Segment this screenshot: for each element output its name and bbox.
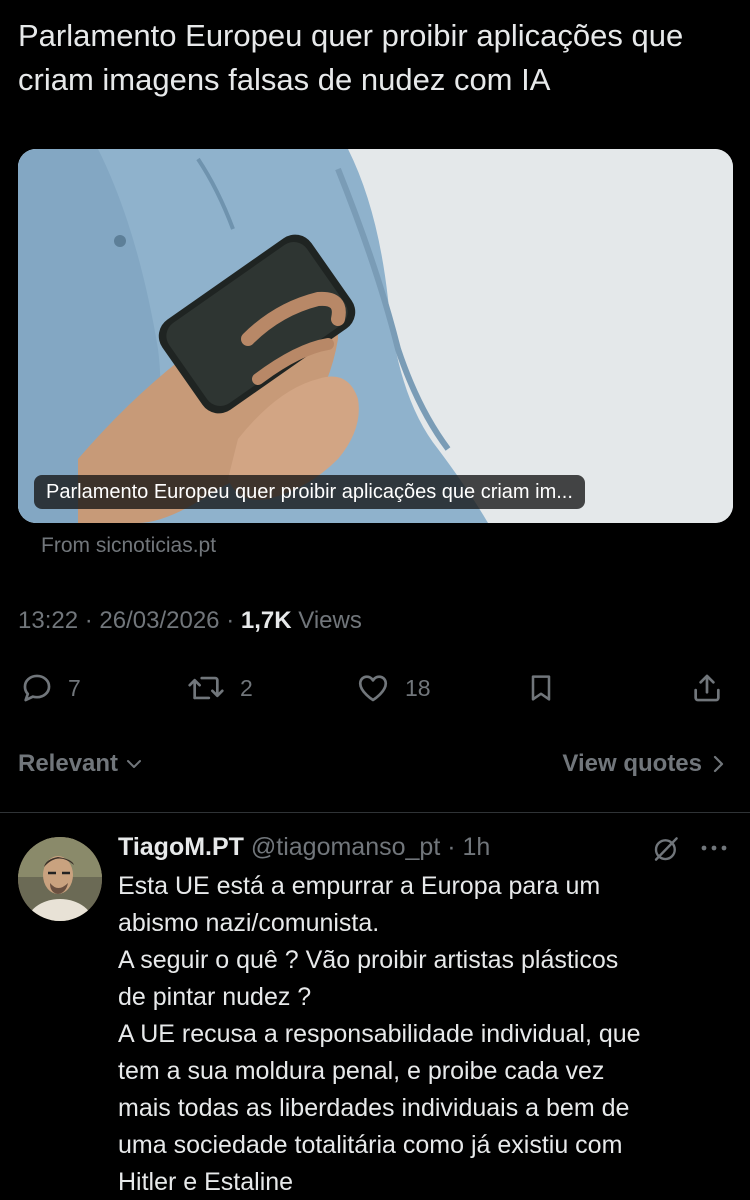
- post-text-line: Parlamento Europeu quer proibir aplicaçõ…: [18, 18, 684, 53]
- post-text-line: criam imagens falsas de nudez com IA: [18, 62, 551, 97]
- bookmark-icon: [531, 675, 551, 701]
- bookmark-button[interactable]: [525, 667, 557, 709]
- post-text: Parlamento Europeu quer proibir aplicaçõ…: [18, 14, 733, 102]
- reply-text-line: abismo nazi/comunista.: [118, 909, 380, 937]
- repost-icon: [188, 676, 224, 700]
- more-options-icon[interactable]: [697, 836, 731, 860]
- link-source[interactable]: From sicnoticias.pt: [41, 534, 216, 558]
- like-icon: [358, 675, 388, 702]
- post-meta: 13:22 · 26/03/2026 · 1,7K Views: [18, 607, 362, 635]
- view-quotes-label: View quotes: [562, 750, 702, 777]
- section-divider: [0, 812, 750, 813]
- meta-separator: ·: [226, 607, 235, 634]
- reply-button[interactable]: 7: [20, 667, 81, 709]
- post-detail-page: Parlamento Europeu quer proibir aplicaçõ…: [0, 0, 750, 1200]
- reply-text: Esta UE está a empurrar a Europa para um…: [118, 868, 738, 1200]
- reply-text-line: de pintar nudez ?: [118, 983, 312, 1011]
- reply-separator: ·: [447, 833, 456, 861]
- post-time[interactable]: 13:22: [18, 607, 78, 634]
- link-card-title: Parlamento Europeu quer proibir aplicaçõ…: [34, 475, 585, 509]
- reply-time[interactable]: 1h: [463, 833, 491, 861]
- views-count: 1,7K: [240, 607, 292, 634]
- reply-text-line: tem a sua moldura penal, e proibe cada v…: [118, 1057, 605, 1085]
- post-date[interactable]: 26/03/2026: [99, 607, 219, 634]
- grok-icon[interactable]: [651, 834, 681, 864]
- sort-dropdown[interactable]: Relevant: [18, 750, 144, 778]
- reply-text-line: A UE recusa a responsabilidade individua…: [118, 1020, 641, 1048]
- reply-text-line: A seguir o quê ? Vão proibir artistas pl…: [118, 946, 619, 974]
- like-count: 18: [405, 674, 431, 701]
- reply-icon: [23, 674, 51, 702]
- reply-count: 7: [68, 674, 81, 701]
- reply-display-name[interactable]: TiagoM.PT: [118, 833, 244, 861]
- chevron-right-icon: [713, 755, 724, 773]
- like-button[interactable]: 18: [355, 667, 431, 709]
- sort-label: Relevant: [18, 750, 119, 777]
- chevron-down-icon: [127, 760, 142, 768]
- article-image: [18, 149, 733, 523]
- meta-separator: ·: [84, 607, 93, 634]
- avatar-photo: [18, 837, 102, 921]
- share-icon: [694, 674, 720, 702]
- share-button[interactable]: [690, 667, 724, 709]
- views-label: Views: [298, 607, 362, 634]
- reply-header: TiagoM.PT @tiagomanso_pt · 1h: [118, 833, 490, 862]
- reply-handle[interactable]: @tiagomanso_pt: [251, 833, 440, 861]
- reply-text-line: Hitler e Estaline: [118, 1168, 294, 1196]
- reply-text-line: Esta UE está a empurrar a Europa para um: [118, 872, 601, 900]
- avatar[interactable]: [18, 837, 102, 921]
- repost-button[interactable]: 2: [186, 667, 253, 709]
- repost-count: 2: [240, 674, 253, 701]
- view-quotes-link[interactable]: View quotes: [562, 750, 726, 778]
- reply-text-line: uma sociedade totalitária como já existi…: [118, 1131, 623, 1159]
- link-preview-card[interactable]: Parlamento Europeu quer proibir aplicaçõ…: [18, 149, 733, 523]
- reply-text-line: mais todas as liberdades individuais a b…: [118, 1094, 630, 1122]
